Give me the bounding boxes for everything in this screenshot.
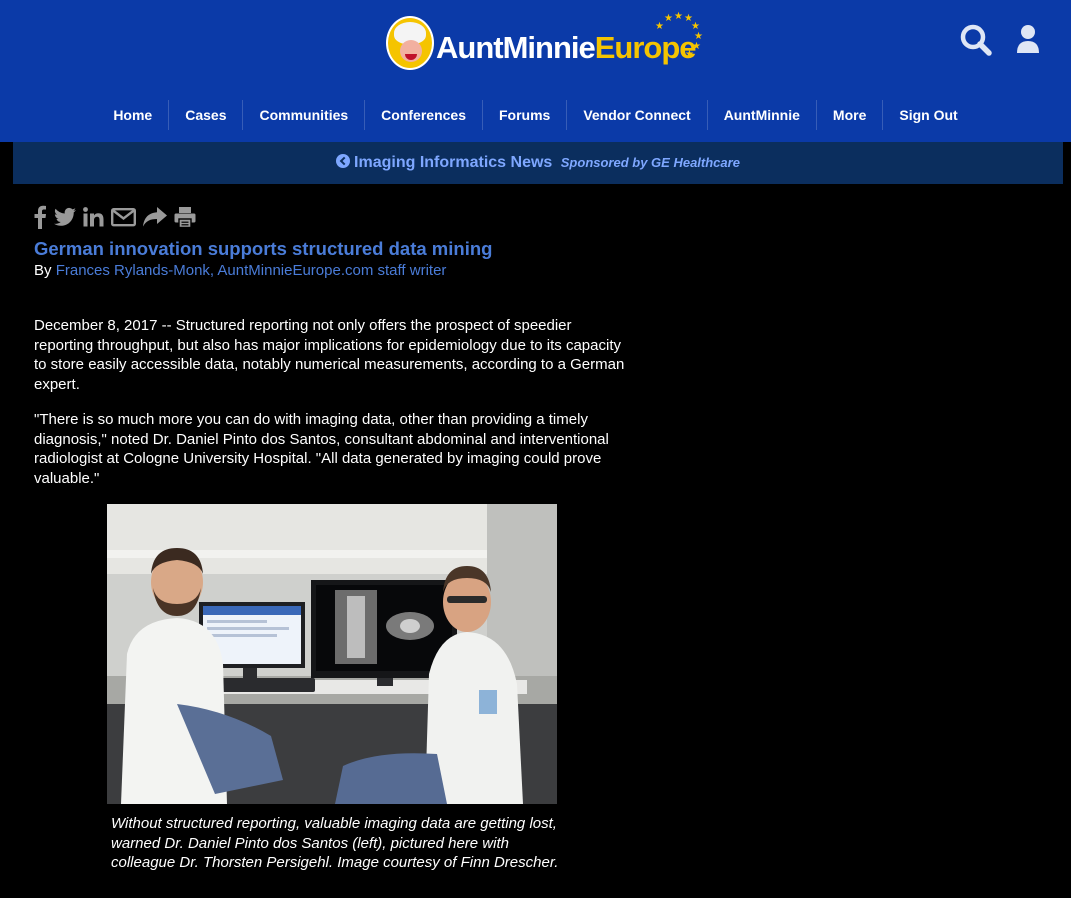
news-section-title[interactable]: Imaging Informatics News (354, 154, 552, 171)
nav-auntminnie[interactable]: AuntMinnie (706, 100, 816, 130)
chevron-left-icon (336, 154, 351, 168)
forward-icon[interactable] (143, 207, 167, 227)
site-header: AuntMinnieEurope ★ ★ ★ ★ ★ ★ ★ ★ Home Ca… (0, 0, 1071, 142)
byline-prefix: By (34, 262, 52, 279)
user-icon[interactable] (1010, 22, 1046, 58)
article-paragraph-1: December 8, 2017 -- Structured reporting… (34, 317, 625, 393)
article-headline: German innovation supports structured da… (34, 238, 493, 259)
news-sponsor: Sponsored by GE Healthcare (560, 155, 740, 170)
print-icon[interactable] (174, 206, 196, 228)
logo-brand-main: AuntMinnie (436, 30, 596, 65)
aunt-minnie-mascot (386, 16, 434, 70)
email-icon[interactable] (111, 207, 136, 227)
nav-vendor-connect[interactable]: Vendor Connect (566, 100, 706, 130)
eu-stars-icon: ★ ★ ★ ★ ★ ★ ★ ★ (655, 11, 703, 60)
nav-sign-out[interactable]: Sign Out (882, 100, 973, 130)
author-link[interactable]: Frances Rylands-Monk, AuntMinnieEurope.c… (56, 262, 447, 279)
nav-home[interactable]: Home (97, 100, 168, 130)
nav-cases[interactable]: Cases (168, 100, 242, 130)
nav-more[interactable]: More (815, 100, 882, 130)
share-toolbar (33, 204, 203, 230)
facebook-icon[interactable] (33, 205, 47, 229)
nav-forums[interactable]: Forums (481, 100, 566, 130)
nav-communities[interactable]: Communities (242, 100, 364, 130)
main-nav: Home Cases Communities Conferences Forum… (0, 100, 1071, 130)
article-paragraph-2: "There is so much more you can do with i… (34, 411, 609, 487)
section-news-bar[interactable]: Imaging Informatics News Sponsored by GE… (13, 142, 1063, 184)
search-icon[interactable] (958, 22, 994, 58)
photo-caption: Without structured reporting, valuable i… (111, 815, 559, 871)
article-byline: By Frances Rylands-Monk, AuntMinnieEurop… (34, 262, 446, 279)
nav-conferences[interactable]: Conferences (364, 100, 482, 130)
article-photo (107, 504, 557, 804)
site-logo[interactable]: AuntMinnieEurope ★ ★ ★ ★ ★ ★ ★ ★ (386, 11, 706, 76)
twitter-icon[interactable] (54, 207, 76, 227)
linkedin-icon[interactable] (83, 207, 104, 227)
